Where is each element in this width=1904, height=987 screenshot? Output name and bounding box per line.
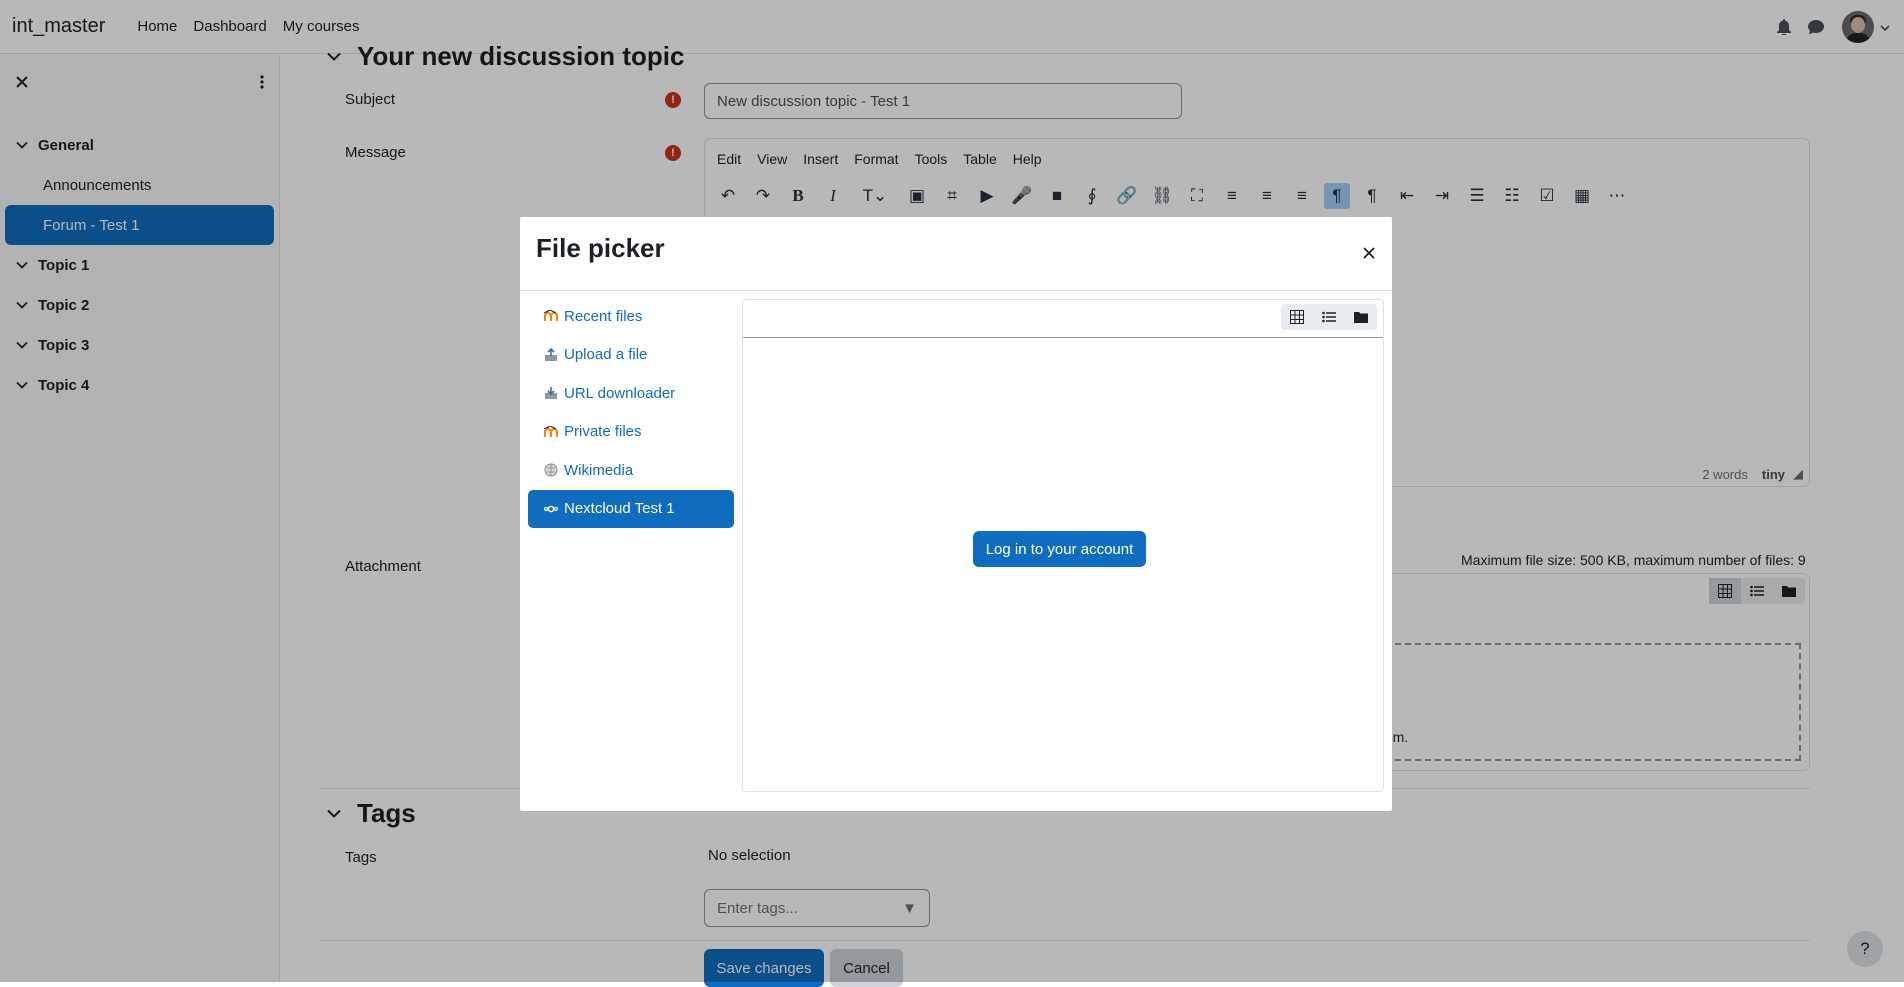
close-icon[interactable]: [1360, 244, 1378, 262]
repo-label: Recent files: [564, 307, 643, 325]
wikimedia-icon: [544, 463, 558, 477]
repo-private-files[interactable]: Private files: [528, 413, 734, 451]
grid-view-icon[interactable]: [1281, 304, 1313, 330]
modal-header: File picker: [520, 217, 1392, 291]
modal-title: File picker: [536, 233, 665, 263]
moodle-icon: [544, 309, 558, 323]
repo-wikimedia[interactable]: Wikimedia: [528, 451, 734, 489]
repo-recent-files[interactable]: Recent files: [528, 297, 734, 335]
file-picker-toolbar: [743, 300, 1383, 338]
url-icon: [544, 386, 558, 400]
view-switcher: [1281, 304, 1377, 330]
repo-nextcloud-test-1[interactable]: Nextcloud Test 1: [528, 489, 734, 528]
repo-label: Private files: [564, 423, 642, 440]
file-picker-dialog: File picker Recent files Upload a file U…: [520, 217, 1392, 811]
log-in-button[interactable]: Log in to your account: [973, 531, 1146, 567]
repository-list: Recent files Upload a file URL downloade…: [528, 297, 734, 528]
repo-label: URL downloader: [564, 384, 676, 402]
file-picker-content: Log in to your account: [742, 299, 1384, 792]
moodle-icon: [544, 425, 558, 439]
upload-icon: [544, 347, 558, 362]
repo-label: Wikimedia: [564, 461, 634, 479]
folder-view-icon[interactable]: [1345, 304, 1377, 330]
nextcloud-icon: [544, 502, 558, 516]
repo-label: Upload a file: [564, 346, 648, 363]
repo-upload-file[interactable]: Upload a file: [528, 336, 734, 374]
list-view-icon[interactable]: [1313, 304, 1345, 330]
repo-url-downloader[interactable]: URL downloader: [528, 374, 734, 412]
repo-label: Nextcloud Test 1: [564, 500, 675, 517]
